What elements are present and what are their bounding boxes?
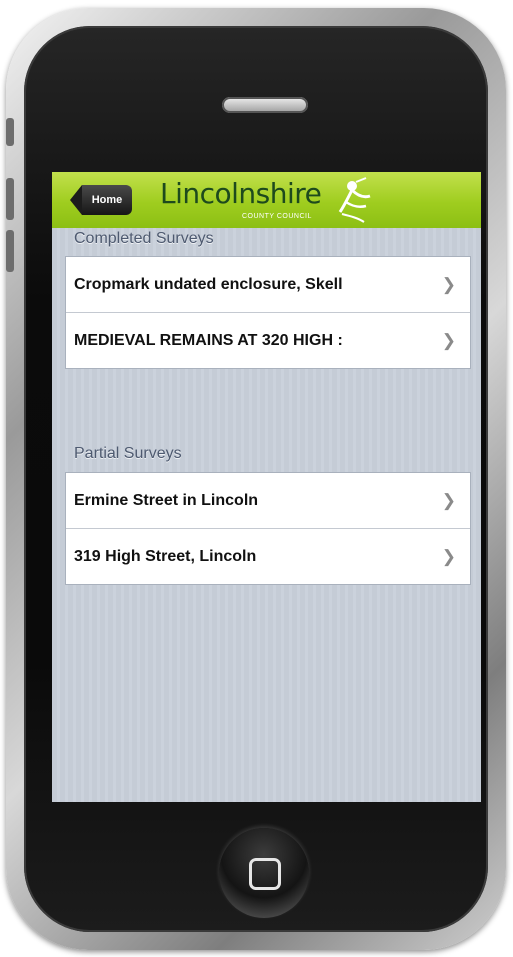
- home-back-button[interactable]: Home: [70, 185, 132, 215]
- app-screen: Home Lincolnshire COUNTY COUNCIL Complet…: [52, 172, 481, 802]
- list-item[interactable]: 319 High Street, Lincoln ❯: [66, 529, 470, 584]
- back-arrow-icon: [70, 185, 82, 215]
- hardware-home-button[interactable]: [219, 828, 309, 918]
- partial-surveys-list: Ermine Street in Lincoln ❯ 319 High Stre…: [65, 472, 471, 585]
- volume-down-button: [6, 230, 14, 272]
- completed-surveys-list: Cropmark undated enclosure, Skell ❯ MEDI…: [65, 256, 471, 369]
- section-title-completed: Completed Surveys: [74, 230, 214, 247]
- home-button-label: Home: [82, 185, 132, 215]
- flower-icon: [338, 177, 371, 223]
- section-title-partial: Partial Surveys: [74, 445, 182, 462]
- list-item-label: Ermine Street in Lincoln: [74, 492, 259, 509]
- logo-subtext: COUNTY COUNCIL: [242, 213, 312, 220]
- list-item[interactable]: Ermine Street in Lincoln ❯: [66, 473, 470, 529]
- lincolnshire-logo: Lincolnshire COUNTY COUNCIL: [140, 176, 371, 226]
- list-item-label: MEDIEVAL REMAINS AT 320 HIGH :: [74, 332, 343, 349]
- chevron-right-icon: ❯: [441, 491, 456, 510]
- chevron-right-icon: ❯: [441, 331, 456, 350]
- list-item-label: 319 High Street, Lincoln: [74, 548, 257, 565]
- chevron-right-icon: ❯: [441, 547, 456, 566]
- volume-up-button: [6, 178, 14, 220]
- earpiece-speaker: [222, 97, 308, 113]
- home-button-icon: [249, 858, 281, 890]
- chevron-right-icon: ❯: [441, 275, 456, 294]
- mute-switch: [6, 118, 14, 146]
- list-item[interactable]: MEDIEVAL REMAINS AT 320 HIGH : ❯: [66, 313, 470, 368]
- logo-text: Lincolnshire: [160, 177, 322, 210]
- list-item-label: Cropmark undated enclosure, Skell: [74, 276, 343, 293]
- list-item[interactable]: Cropmark undated enclosure, Skell ❯: [66, 257, 470, 313]
- navigation-bar: Home Lincolnshire COUNTY COUNCIL: [52, 172, 481, 228]
